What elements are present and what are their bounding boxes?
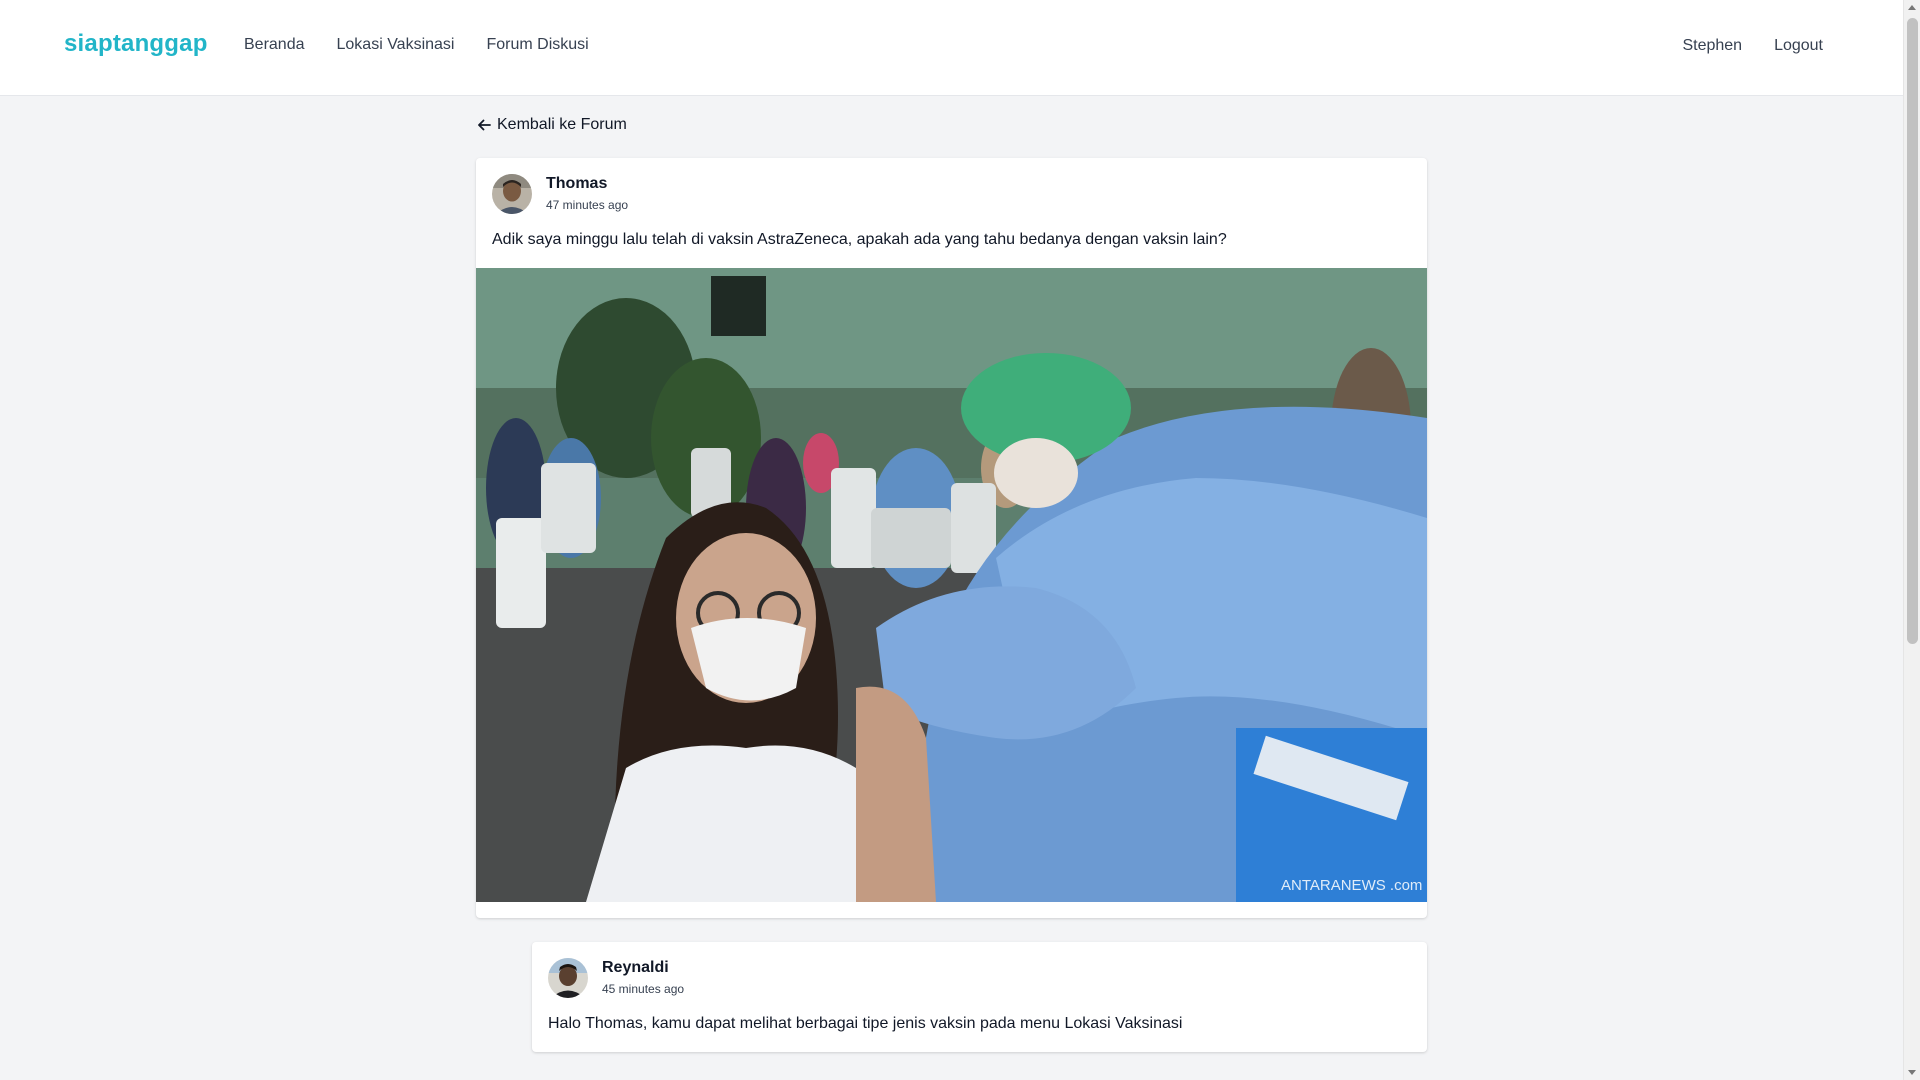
nav-link-beranda[interactable]: Beranda [244, 36, 305, 54]
main-nav: Beranda Lokasi Vaksinasi Forum Diskusi [244, 36, 589, 54]
reply-card: Reynaldi 45 minutes ago Halo Thomas, kam… [532, 942, 1427, 1052]
arrow-left-icon [477, 118, 491, 132]
forum-post-card: Thomas 47 minutes ago Adik saya minggu l… [476, 158, 1427, 918]
reply-body: Halo Thomas, kamu dapat melihat berbagai… [548, 1015, 1183, 1032]
scrollbar-thumb[interactable] [1907, 18, 1918, 644]
page: siaptanggap Beranda Lokasi Vaksinasi For… [0, 0, 1903, 1080]
nav-link-lokasi-vaksinasi[interactable]: Lokasi Vaksinasi [337, 36, 455, 54]
image-watermark: ANTARANEWS .com [1281, 877, 1422, 894]
user-name-link[interactable]: Stephen [1682, 37, 1742, 55]
reply-timestamp: 45 minutes ago [602, 982, 685, 996]
back-to-forum-link[interactable]: Kembali ke Forum [477, 116, 627, 134]
post-author-avatar[interactable] [492, 174, 532, 214]
scroll-down-icon[interactable] [1908, 1070, 1916, 1075]
reply-author-avatar[interactable] [548, 958, 588, 998]
nav-link-forum-diskusi[interactable]: Forum Diskusi [486, 36, 588, 54]
reply-author-name[interactable]: Reynaldi [602, 958, 684, 978]
scroll-up-icon[interactable] [1908, 5, 1916, 10]
post-author-meta: Thomas 47 minutes ago [546, 174, 628, 212]
navbar: siaptanggap Beranda Lokasi Vaksinasi For… [0, 0, 1903, 96]
logout-link[interactable]: Logout [1774, 37, 1823, 55]
post-body: Adik saya minggu lalu telah di vaksin As… [492, 231, 1227, 248]
post-author-row: Thomas 47 minutes ago [492, 174, 628, 214]
post-image: ANTARANEWS .com [476, 268, 1427, 902]
back-link-label: Kembali ke Forum [497, 116, 627, 133]
page-scrollbar[interactable] [1903, 0, 1920, 1080]
post-author-name[interactable]: Thomas [546, 174, 628, 194]
user-nav: Stephen Logout [1682, 37, 1823, 55]
brand-logo[interactable]: siaptanggap [64, 30, 208, 58]
reply-author-row: Reynaldi 45 minutes ago [548, 958, 684, 998]
reply-author-meta: Reynaldi 45 minutes ago [602, 958, 684, 996]
post-timestamp: 47 minutes ago [546, 198, 629, 212]
